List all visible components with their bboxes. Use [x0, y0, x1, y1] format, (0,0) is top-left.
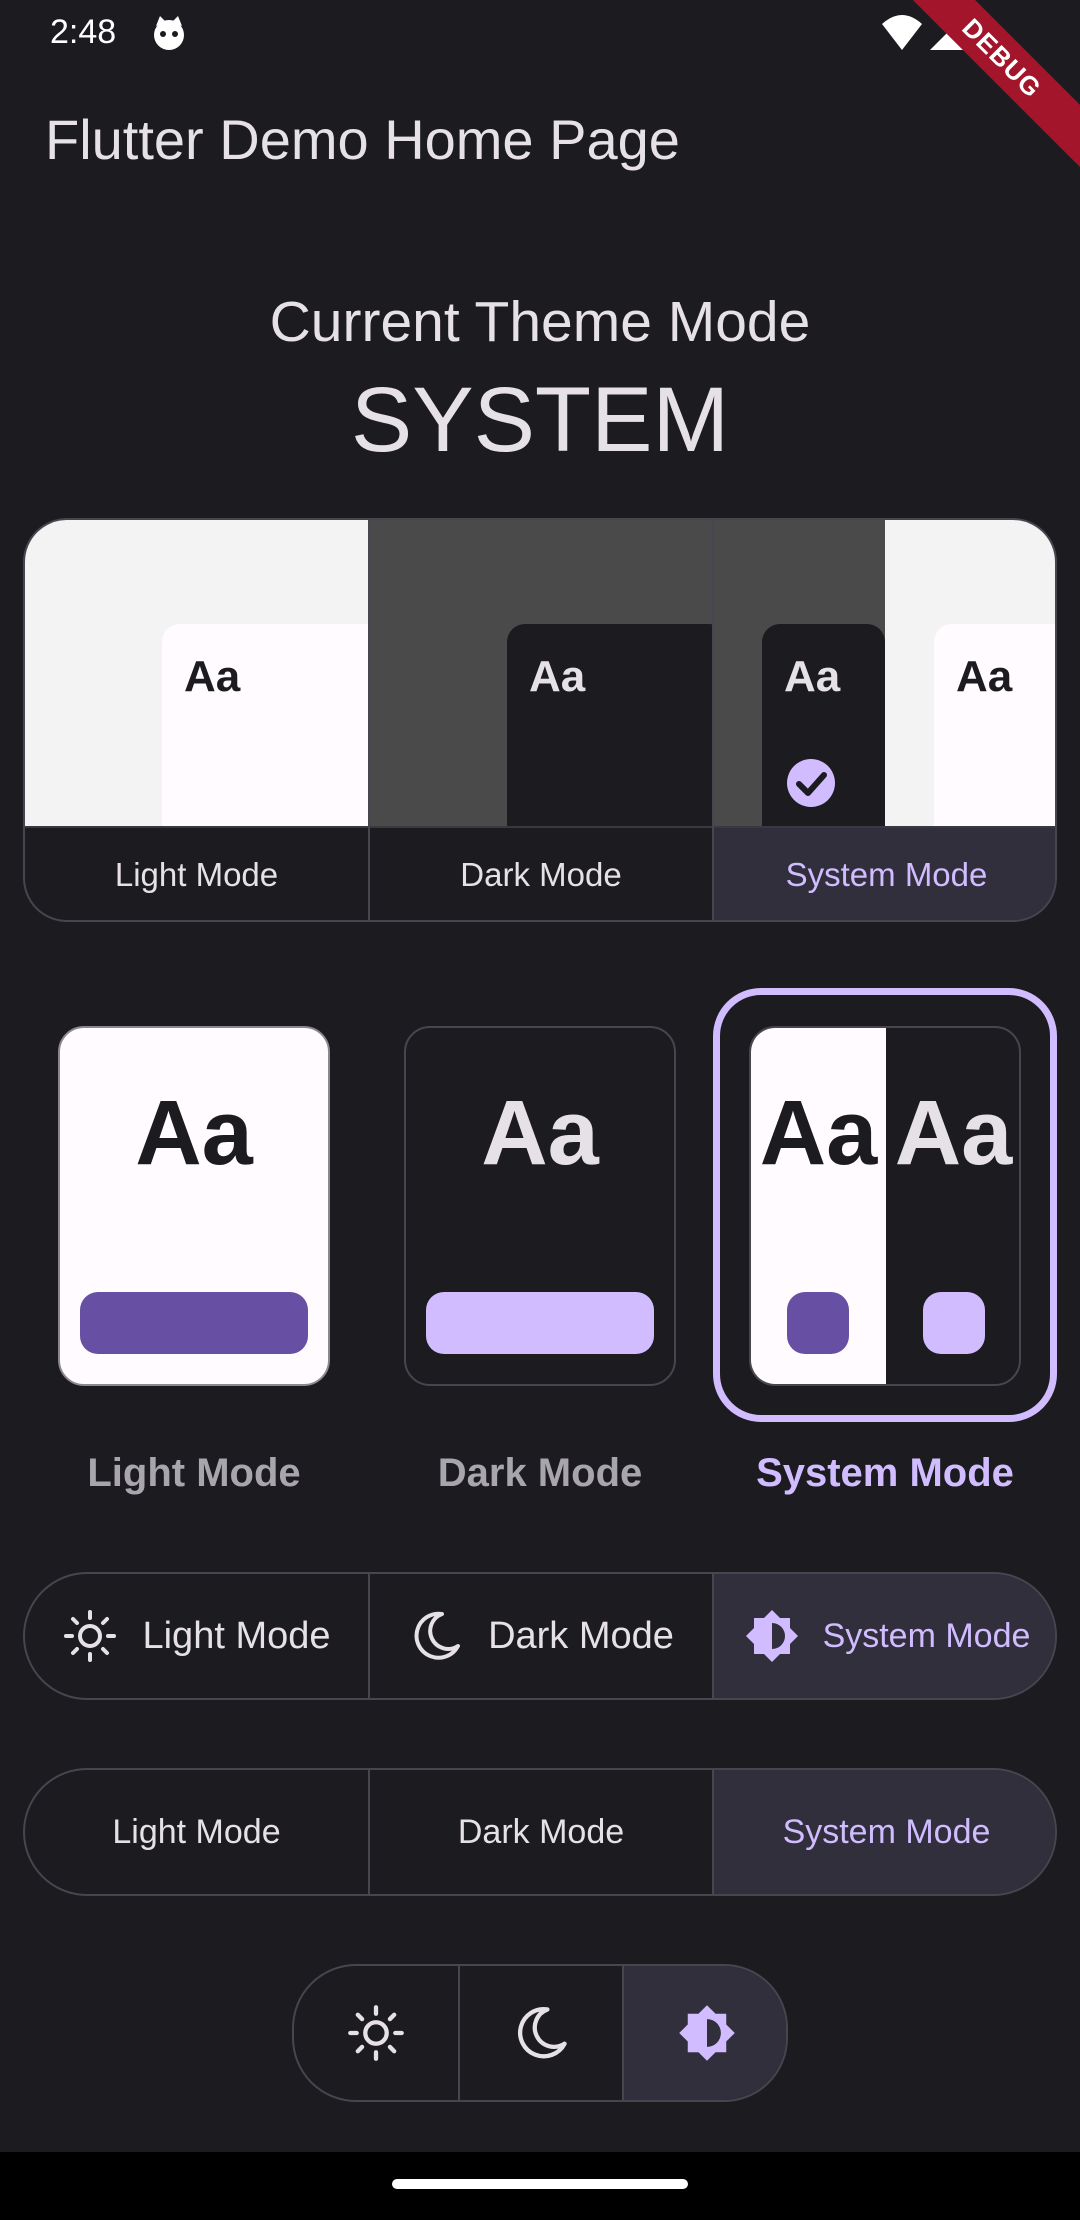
- card-sample-text: Aa: [886, 1083, 1021, 1183]
- segment-system[interactable]: System Mode: [714, 1770, 1057, 1894]
- preview-option-label: System Mode: [714, 826, 1057, 920]
- segment-system[interactable]: [624, 1966, 788, 2100]
- sun-icon: [62, 1608, 118, 1664]
- icon-label-segmented-button: Light Mode Dark Mode System Mode: [23, 1572, 1057, 1700]
- segment-dark[interactable]: Dark Mode: [370, 1770, 712, 1894]
- app-bar-title: Flutter Demo Home Page: [45, 108, 680, 172]
- card-sample-text: Aa: [60, 1083, 328, 1183]
- preview-sample-text: Aa: [934, 624, 1057, 826]
- preview-option-system[interactable]: Aa Aa System Mode: [714, 520, 1057, 920]
- system-preview-image: Aa Aa: [714, 520, 1057, 826]
- segment-label: System Mode: [823, 1617, 1031, 1656]
- card-button-preview: [426, 1292, 654, 1354]
- moon-icon: [511, 2003, 571, 2063]
- card-button-preview: [80, 1292, 308, 1354]
- icon-segmented-button: [292, 1964, 788, 2102]
- theme-card-label: Light Mode: [24, 1448, 364, 1498]
- preview-option-light[interactable]: Aa Light Mode: [25, 520, 368, 920]
- preview-sample-text: Aa: [162, 624, 368, 826]
- segment-light[interactable]: Light Mode: [25, 1574, 368, 1698]
- sun-icon: [346, 2003, 406, 2063]
- theme-card-dark[interactable]: Aa: [404, 1026, 676, 1386]
- segment-label: Dark Mode: [488, 1615, 674, 1658]
- segment-light[interactable]: Light Mode: [25, 1770, 368, 1894]
- preview-sample-text: Aa: [507, 624, 712, 826]
- moon-icon: [408, 1608, 464, 1664]
- theme-card-light[interactable]: Aa: [58, 1026, 330, 1386]
- segment-label: Light Mode: [112, 1813, 280, 1852]
- check-circle-icon: [786, 758, 836, 808]
- segment-label: Light Mode: [142, 1615, 330, 1658]
- segment-dark[interactable]: [460, 1966, 622, 2100]
- theme-preview-selector: Aa Light Mode Aa Dark Mode Aa Aa System …: [23, 518, 1057, 922]
- segment-label: Dark Mode: [458, 1813, 624, 1852]
- segment-label: System Mode: [783, 1813, 991, 1852]
- text-segmented-button: Light Mode Dark Mode System Mode: [23, 1768, 1057, 1896]
- preview-option-dark[interactable]: Aa Dark Mode: [370, 520, 712, 920]
- current-theme-label: Current Theme Mode: [0, 290, 1080, 354]
- theme-card-system[interactable]: Aa Aa: [749, 1026, 1021, 1386]
- card-sample-text: Aa: [406, 1083, 674, 1183]
- card-sample-text: Aa: [751, 1083, 886, 1183]
- card-button-preview: [787, 1292, 849, 1354]
- brightness-auto-icon: [676, 2002, 738, 2064]
- segment-dark[interactable]: Dark Mode: [370, 1574, 712, 1698]
- segment-light[interactable]: [294, 1966, 458, 2100]
- home-gesture-handle[interactable]: [392, 2179, 688, 2189]
- theme-card-label: System Mode: [715, 1448, 1055, 1498]
- preview-option-label: Light Mode: [25, 826, 368, 920]
- light-preview-image: Aa: [25, 520, 368, 826]
- dark-preview-image: Aa: [370, 520, 712, 826]
- card-button-preview: [923, 1292, 985, 1354]
- notification-cat-icon: [150, 14, 188, 52]
- preview-option-label: Dark Mode: [370, 826, 712, 920]
- current-theme-value: SYSTEM: [0, 370, 1080, 470]
- wifi-icon: [880, 12, 924, 52]
- segment-system[interactable]: System Mode: [714, 1574, 1057, 1698]
- brightness-auto-icon: [743, 1607, 801, 1665]
- status-time: 2:48: [50, 8, 116, 56]
- theme-card-label: Dark Mode: [370, 1448, 710, 1498]
